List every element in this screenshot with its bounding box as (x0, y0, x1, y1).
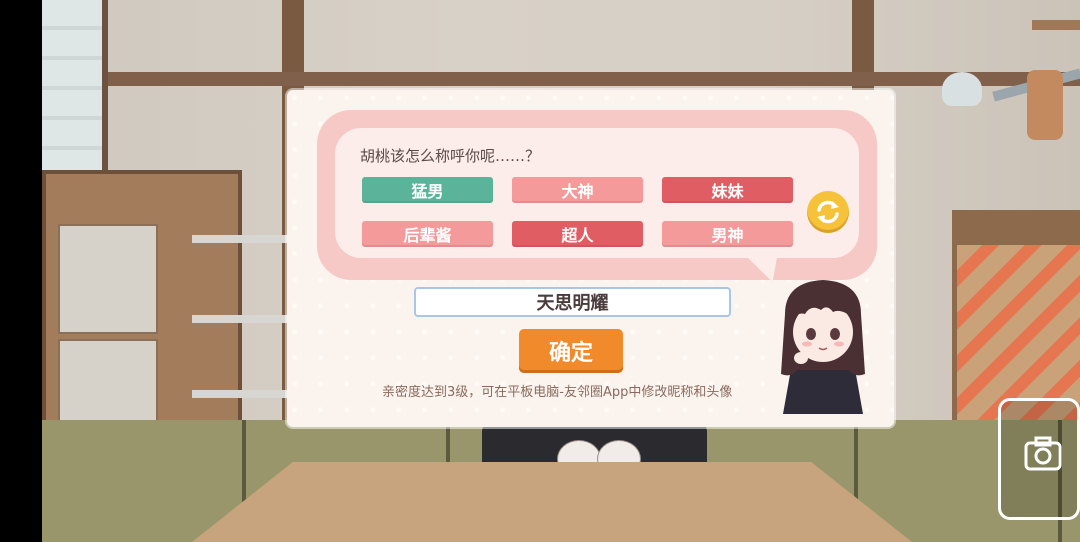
hutao-character (781, 280, 865, 414)
camera-icon (1024, 436, 1062, 471)
left-letterbox (0, 0, 42, 542)
prompt-text: 胡桃该怎么称呼你呢……？ (360, 147, 541, 165)
shelf (192, 235, 302, 243)
refresh-button[interactable] (807, 191, 849, 233)
cabinet-panel (58, 224, 158, 334)
option-button[interactable]: 大神 (512, 177, 643, 203)
option-button[interactable]: 男神 (662, 221, 793, 247)
shelf (192, 390, 302, 398)
cabinet-panel (58, 339, 158, 429)
hint-text: 亲密度达到3级，可在平板电脑-友邻圈App中修改昵称和头像 (382, 385, 733, 400)
refresh-icon (817, 200, 839, 224)
nickname-dialog: 胡桃该怎么称呼你呢……？ 猛男 大神 妹妹 后辈酱 超人 男神 确定 亲密度达到… (287, 90, 894, 427)
option-button[interactable]: 后辈酱 (362, 221, 493, 247)
option-button[interactable]: 猛男 (362, 177, 493, 203)
desk-lamp (942, 72, 982, 106)
option-button[interactable]: 超人 (512, 221, 643, 247)
shelf-rack (192, 190, 302, 435)
ceiling-beam (42, 72, 1080, 86)
window (42, 0, 108, 190)
wall-shelf (1032, 20, 1080, 30)
low-table (192, 462, 912, 542)
shelf (192, 315, 302, 323)
hanging-bag (1027, 70, 1063, 140)
camera-button[interactable] (998, 398, 1080, 520)
option-button[interactable]: 妹妹 (662, 177, 793, 203)
confirm-button[interactable]: 确定 (519, 329, 623, 373)
nickname-input[interactable] (414, 287, 731, 317)
